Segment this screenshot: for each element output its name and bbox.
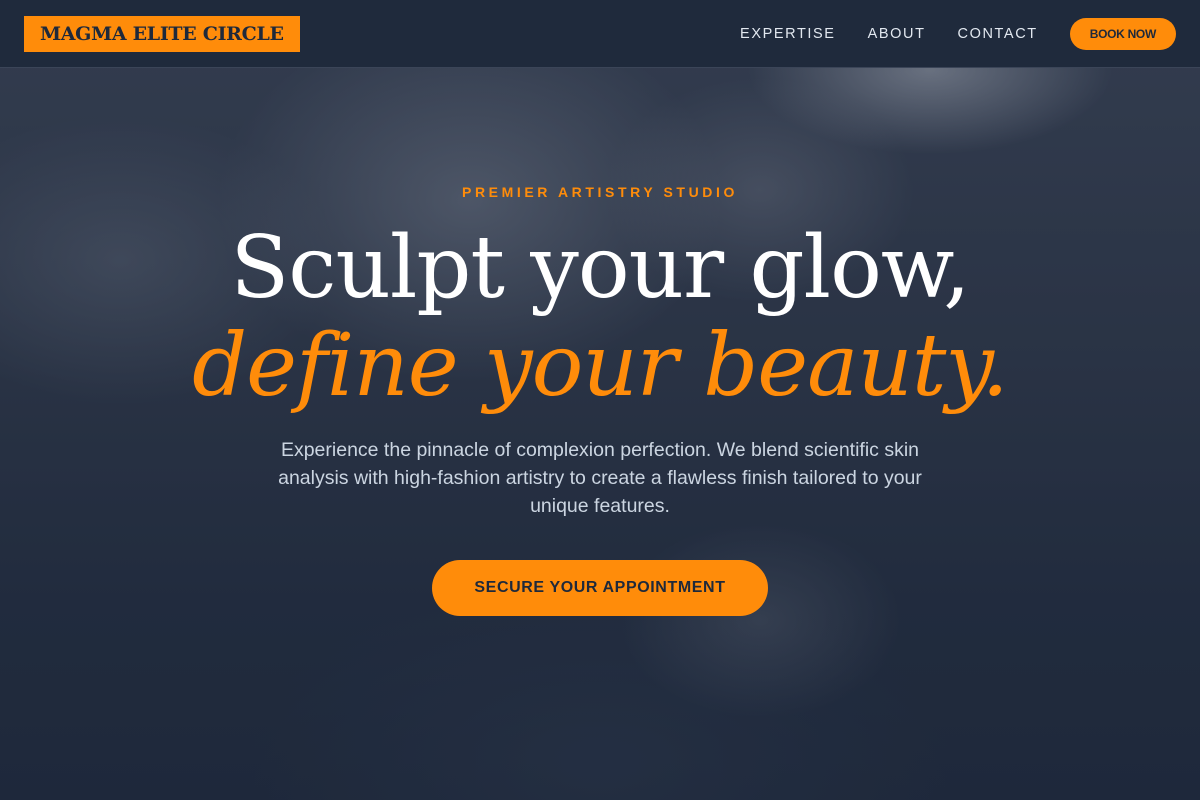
nav-link-expertise[interactable]: EXPERTISE	[740, 26, 836, 42]
hero-section: PREMIER ARTISTRY STUDIO Sculpt your glow…	[0, 68, 1200, 800]
hero-headline-line1: Sculpt your glow,	[230, 218, 970, 318]
hero-eyebrow: PREMIER ARTISTRY STUDIO	[462, 184, 738, 200]
nav-link-about[interactable]: ABOUT	[868, 26, 926, 42]
secure-appointment-button[interactable]: SECURE YOUR APPOINTMENT	[432, 560, 768, 616]
main-nav: EXPERTISE ABOUT CONTACT BOOK NOW	[740, 18, 1176, 50]
hero-description: Experience the pinnacle of complexion pe…	[278, 439, 922, 517]
brand-logo[interactable]: MAGMA ELITE CIRCLE	[24, 16, 300, 52]
nav-link-contact[interactable]: CONTACT	[958, 26, 1038, 42]
book-now-button[interactable]: BOOK NOW	[1069, 18, 1176, 50]
hero-headline-line2: define your beauty.	[192, 316, 1009, 416]
site-header: MAGMA ELITE CIRCLE EXPERTISE ABOUT CONTA…	[0, 0, 1200, 68]
